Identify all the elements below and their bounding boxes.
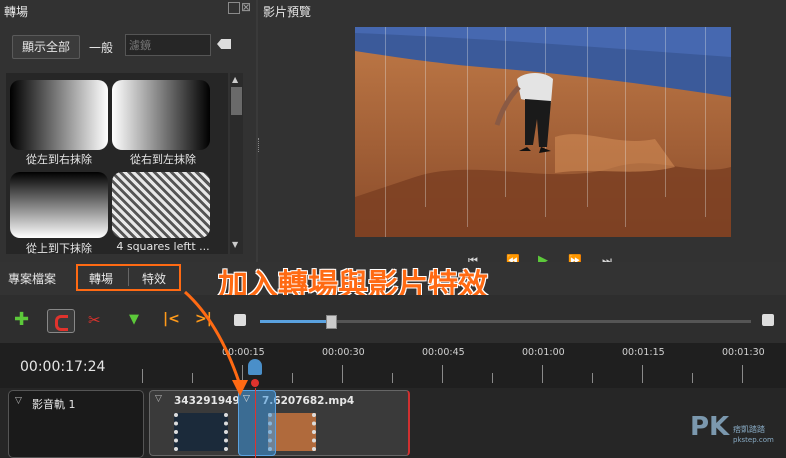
ruler-label: 00:00:45 xyxy=(422,347,465,358)
general-filter-label: 一般 xyxy=(89,41,114,55)
transitions-panel: 轉場 ⊠ 顯示全部 一般 從左到右抹除 從右到左抹除 從上到下抹除 4 squa… xyxy=(0,0,256,262)
zoom-in-icon[interactable] xyxy=(762,314,774,326)
ruler-label: 00:01:00 xyxy=(522,347,565,358)
preview-panel-title: 影片預覽 xyxy=(263,5,312,19)
ruler-tick xyxy=(742,365,743,383)
transition-thumb-top-to-bottom[interactable] xyxy=(10,172,108,238)
transitions-scrollbar[interactable]: ▲ ▼ xyxy=(230,73,243,254)
preview-panel: 影片預覽 ⏮ ⏪ ▶ ⏩ ⏭ xyxy=(258,0,786,277)
ruler-label: 00:01:30 xyxy=(722,347,765,358)
video-preview-image xyxy=(355,27,731,237)
scroll-thumb[interactable] xyxy=(231,87,242,115)
zoom-out-icon[interactable] xyxy=(234,314,246,326)
transition-label: 從上到下抹除 xyxy=(26,242,92,255)
clip-name: 343291949 xyxy=(174,395,240,407)
watermark-domain: pkstep.com xyxy=(733,436,774,444)
current-time-display: 00:00:17:24 xyxy=(20,359,106,375)
tab-effects[interactable]: 特效 xyxy=(142,270,166,287)
ruler-label: 00:00:30 xyxy=(322,347,365,358)
zoom-slider-track[interactable] xyxy=(260,315,751,329)
ruler-tick xyxy=(192,373,193,383)
scroll-up-arrow-icon[interactable]: ▲ xyxy=(232,75,238,84)
splitter-handle[interactable] xyxy=(258,138,261,152)
transition-label: 從左到右抹除 xyxy=(26,153,92,166)
track-name: 影音軌 1 xyxy=(32,398,76,411)
clip[interactable]: ▽ 343291949 7.6207682.mp4 xyxy=(149,390,410,456)
next-marker-icon[interactable]: >| xyxy=(195,311,212,327)
track-header[interactable]: ▽ 影音軌 1 xyxy=(8,390,144,458)
transitions-panel-title: 轉場 xyxy=(4,5,29,19)
ruler-tick xyxy=(542,365,543,383)
scroll-down-arrow-icon[interactable]: ▼ xyxy=(232,240,238,249)
previous-marker-icon[interactable]: |< xyxy=(163,311,180,327)
snap-magnet-button[interactable] xyxy=(47,309,75,333)
transition-thumb-left-to-right[interactable] xyxy=(10,80,108,150)
tabs-row: 專案檔案 轉場 特效 加入轉場與影片特效 xyxy=(0,262,786,303)
transitions-grid: 從左到右抹除 從右到左抹除 從上到下抹除 4 squares leftt ... xyxy=(6,73,228,255)
ruler-tick xyxy=(492,373,493,383)
clip-thumbnail-film xyxy=(174,413,228,451)
watermark-logo: PK xyxy=(690,412,730,442)
ruler-label: 00:01:15 xyxy=(622,347,665,358)
zoom-slider-fill xyxy=(260,320,330,323)
transition-thumb-right-to-left[interactable] xyxy=(112,80,210,150)
video-frame xyxy=(355,27,731,237)
filter-input[interactable] xyxy=(125,34,211,56)
tab-divider xyxy=(128,268,129,286)
zoom-slider-handle[interactable] xyxy=(326,315,337,329)
razor-icon[interactable]: ✂ xyxy=(88,311,101,329)
timeline-ruler-row: 00:00:17:24 00:00:15 00:00:30 00:00:45 0… xyxy=(0,343,786,388)
show-all-button[interactable]: 顯示全部 xyxy=(12,35,80,59)
transition-overlay[interactable]: ▽ xyxy=(238,390,276,456)
ruler-label: 00:00:15 xyxy=(222,347,265,358)
watermark-subtitle: 痞凱踏踏 xyxy=(733,425,765,434)
ruler-tick xyxy=(442,365,443,383)
playhead-line xyxy=(255,388,256,458)
add-marker-icon[interactable]: ▼ xyxy=(129,312,139,327)
ruler-tick xyxy=(392,373,393,383)
panel-float-icon[interactable] xyxy=(228,2,240,14)
ruler-tick xyxy=(692,373,693,383)
time-ruler[interactable]: 00:00:15 00:00:30 00:00:45 00:01:00 00:0… xyxy=(142,343,786,388)
ruler-tick xyxy=(592,373,593,383)
magnet-icon xyxy=(55,315,68,331)
playhead-marker[interactable] xyxy=(248,359,262,375)
ruler-tick xyxy=(142,369,143,383)
playhead-red-dot xyxy=(251,379,259,387)
panel-close-icon[interactable]: ⊠ xyxy=(241,0,251,14)
ruler-tick xyxy=(242,365,243,383)
transition-collapse-icon[interactable]: ▽ xyxy=(243,394,250,404)
transition-label: 從右到左抹除 xyxy=(130,153,196,166)
clear-filter-icon[interactable] xyxy=(217,39,231,49)
ruler-tick xyxy=(342,365,343,383)
ruler-tick xyxy=(642,365,643,383)
timeline-toolbar: ✚ ✂ ▼ |< >| xyxy=(0,295,786,343)
ruler-tick xyxy=(292,373,293,383)
transition-label: 4 squares leftt ... xyxy=(116,240,210,253)
clip-collapse-icon[interactable]: ▽ xyxy=(155,394,162,404)
track-collapse-icon[interactable]: ▽ xyxy=(15,396,22,406)
track-row: ▽ 影音軌 1 ▽ 343291949 7.6207682.mp4 ▽ PK 痞… xyxy=(0,388,786,458)
tab-project-files[interactable]: 專案檔案 xyxy=(8,270,56,287)
transition-thumb-4-squares[interactable] xyxy=(112,172,210,238)
add-track-icon[interactable]: ✚ xyxy=(14,311,29,329)
tab-transitions[interactable]: 轉場 xyxy=(89,270,113,287)
